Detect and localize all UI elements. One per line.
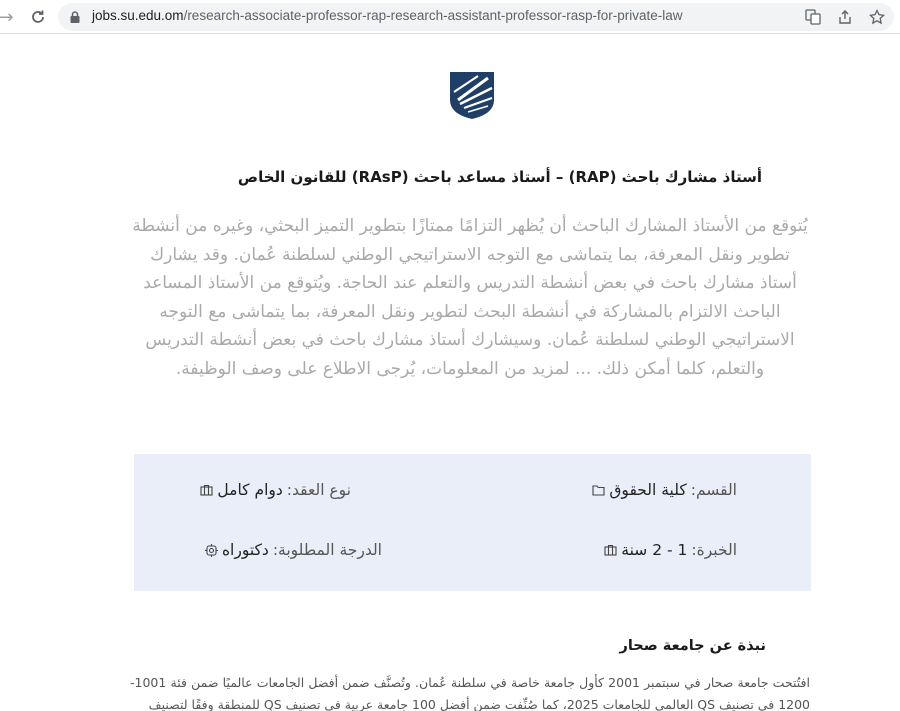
degree-value: دكتوراه bbox=[221, 541, 269, 559]
bookmark-star-icon[interactable] bbox=[868, 8, 886, 26]
experience-value: 1 - 2 سنة bbox=[621, 541, 688, 559]
share-icon[interactable] bbox=[836, 8, 854, 26]
contract-type-info: نوع العقد: دوام كامل bbox=[200, 481, 351, 499]
url-host: jobs.su.edu.om bbox=[92, 8, 184, 23]
about-text: افتُتحت جامعة صحار في سبتمبر 2001 كأول ج… bbox=[130, 675, 810, 711]
department-info: القسم: كلية الحقوق bbox=[592, 481, 737, 499]
browser-toolbar: → jobs.su.edu.om/research-associate-prof… bbox=[0, 0, 900, 34]
experience-label: الخبرة: bbox=[691, 541, 737, 559]
contract-label: نوع العقد: bbox=[286, 481, 351, 499]
job-description: يُتوقع من الأستاذ المشارك الباحث أن يُظه… bbox=[132, 216, 808, 379]
department-value: كلية الحقوق bbox=[609, 481, 687, 499]
about-heading: نبذة عن جامعة صحار bbox=[619, 638, 766, 654]
url-text: jobs.su.edu.om/research-associate-profes… bbox=[92, 8, 682, 23]
experience-info: الخبرة: 1 - 2 سنة bbox=[604, 541, 737, 559]
degree-label: الدرجة المطلوبة: bbox=[272, 541, 382, 559]
contract-value: دوام كامل bbox=[217, 481, 283, 499]
page-title: أستاذ مشارك باحث (RAP) – أستاذ مساعد باح… bbox=[237, 168, 762, 186]
job-info-box bbox=[134, 454, 811, 591]
forward-arrow-icon[interactable]: → bbox=[0, 3, 20, 31]
gear-icon bbox=[204, 543, 218, 557]
reload-icon[interactable] bbox=[24, 3, 52, 31]
briefcase-icon bbox=[200, 484, 213, 497]
department-label: القسم: bbox=[690, 481, 737, 499]
briefcase-icon bbox=[604, 544, 617, 557]
lock-icon bbox=[70, 11, 80, 23]
url-path: /research-associate-professor-rap-resear… bbox=[183, 8, 683, 23]
degree-info: الدرجة المطلوبة: دكتوراه bbox=[204, 541, 382, 559]
sohar-university-logo bbox=[450, 72, 494, 119]
folder-icon bbox=[592, 484, 605, 497]
translate-icon[interactable] bbox=[804, 8, 822, 26]
address-bar[interactable]: jobs.su.edu.om/research-associate-profes… bbox=[58, 3, 894, 31]
